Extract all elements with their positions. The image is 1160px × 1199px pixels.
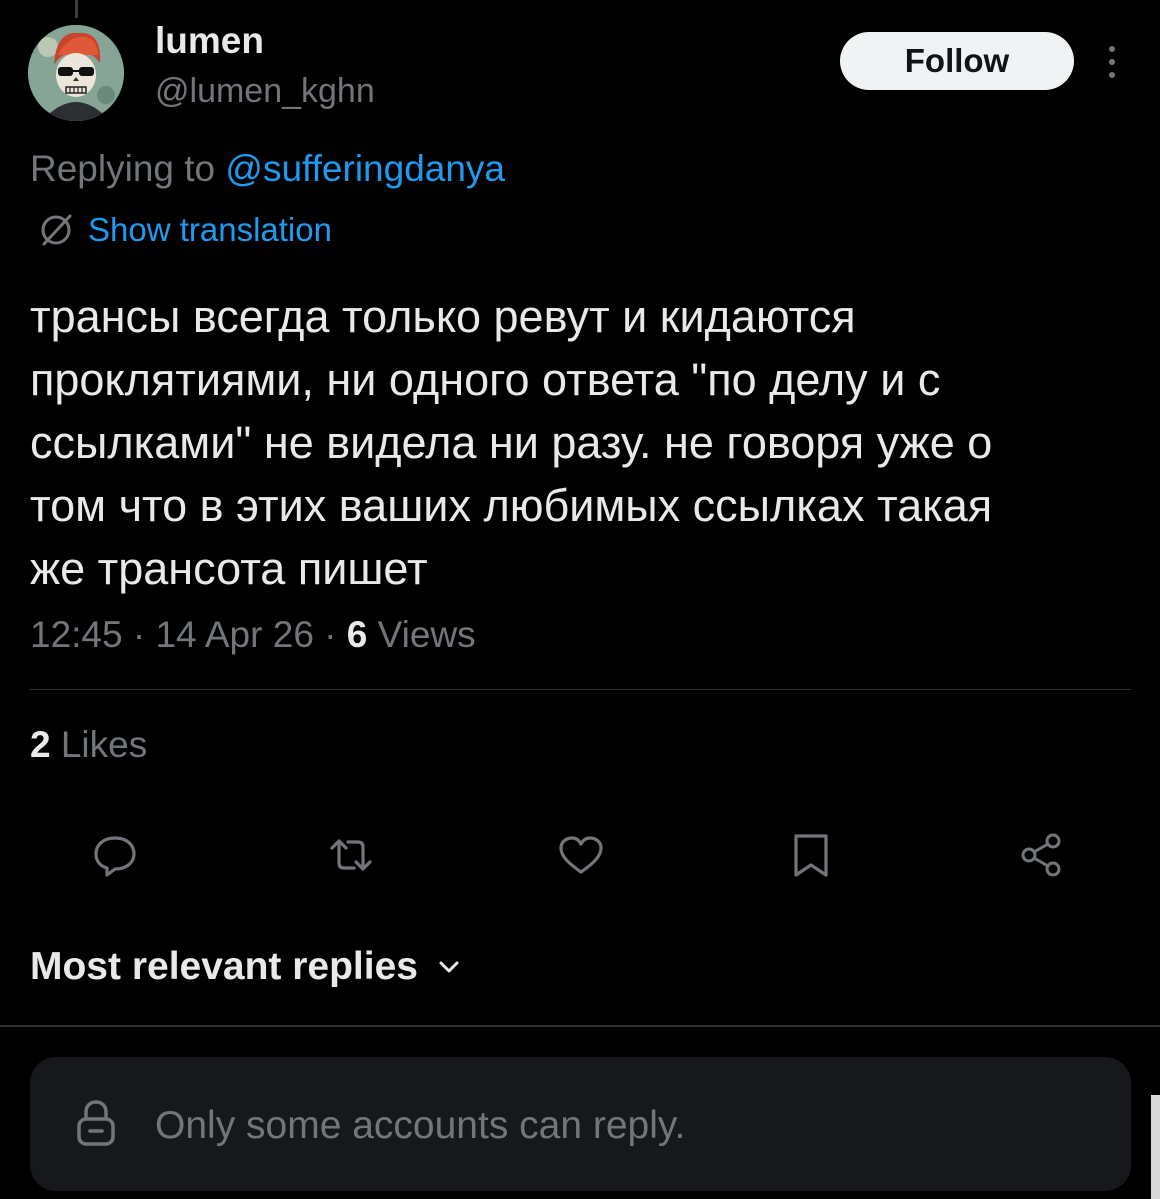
views-count[interactable]: 6 (347, 614, 368, 655)
bookmark-button[interactable] (786, 830, 836, 880)
translate-icon (41, 214, 72, 246)
show-translation-label: Show translation (88, 211, 332, 248)
tweet-text-line: том что в этих ваших любимых ссылках так… (30, 480, 993, 531)
user-handle[interactable]: @lumen_kghn (155, 72, 375, 111)
replying-to: Replying to @sufferingdanya (30, 148, 505, 190)
likes-stat[interactable]: 2 Likes (30, 724, 147, 766)
share-button[interactable] (1017, 830, 1067, 880)
meta-separator: · (122, 614, 156, 655)
retweet-button[interactable] (326, 830, 376, 880)
show-translation-button[interactable]: Show translation (38, 211, 332, 249)
follow-button[interactable]: Follow (840, 32, 1074, 90)
likes-label: Likes (50, 724, 148, 765)
bookmark-icon (794, 834, 828, 877)
likes-count: 2 (30, 724, 51, 765)
reply-icon (94, 836, 136, 877)
views-label: Views (367, 614, 476, 655)
section-divider (0, 1025, 1160, 1027)
avatar[interactable] (28, 25, 124, 121)
scrollbar[interactable] (1151, 1095, 1160, 1199)
reply-restriction-text: Only some accounts can reply. (155, 1104, 686, 1147)
chevron-down-icon (439, 961, 459, 973)
retweet-icon (330, 839, 372, 871)
tweet-text-line: проклятиями, ни одного ответа "по делу и… (30, 354, 941, 405)
tweet-text-line: ссылками" не видела ни разу. не говоря у… (30, 417, 993, 468)
divider (30, 689, 1131, 690)
reply-button[interactable] (90, 830, 140, 880)
lock-icon (77, 1100, 115, 1146)
replying-prefix: Replying to (30, 148, 226, 189)
skull-avatar-icon (28, 25, 124, 121)
replies-sort-dropdown[interactable]: Most relevant replies (30, 945, 462, 989)
tweet-date[interactable]: 14 Apr 26 (155, 614, 313, 655)
tweet-text: трансы всегда только ревут и кидаются пр… (30, 285, 1130, 600)
thread-connector-line (75, 0, 78, 18)
like-button[interactable] (556, 830, 606, 880)
tweet-meta: 12:45 · 14 Apr 26 · 6 Views (30, 614, 476, 656)
share-icon (1021, 833, 1061, 877)
tweet-text-line: же трансота пишет (30, 543, 428, 594)
reply-mention-link[interactable]: @sufferingdanya (225, 148, 505, 189)
tweet-text-line: трансы всегда только ревут и кидаются (30, 291, 856, 342)
more-options-icon[interactable] (1100, 42, 1124, 82)
heart-icon (559, 836, 603, 874)
tweet-time[interactable]: 12:45 (30, 614, 123, 655)
display-name[interactable]: lumen (155, 20, 264, 62)
meta-separator: · (313, 614, 347, 655)
reply-restriction-notice: Only some accounts can reply. (30, 1057, 1131, 1191)
replies-sort-label: Most relevant replies (30, 945, 418, 988)
